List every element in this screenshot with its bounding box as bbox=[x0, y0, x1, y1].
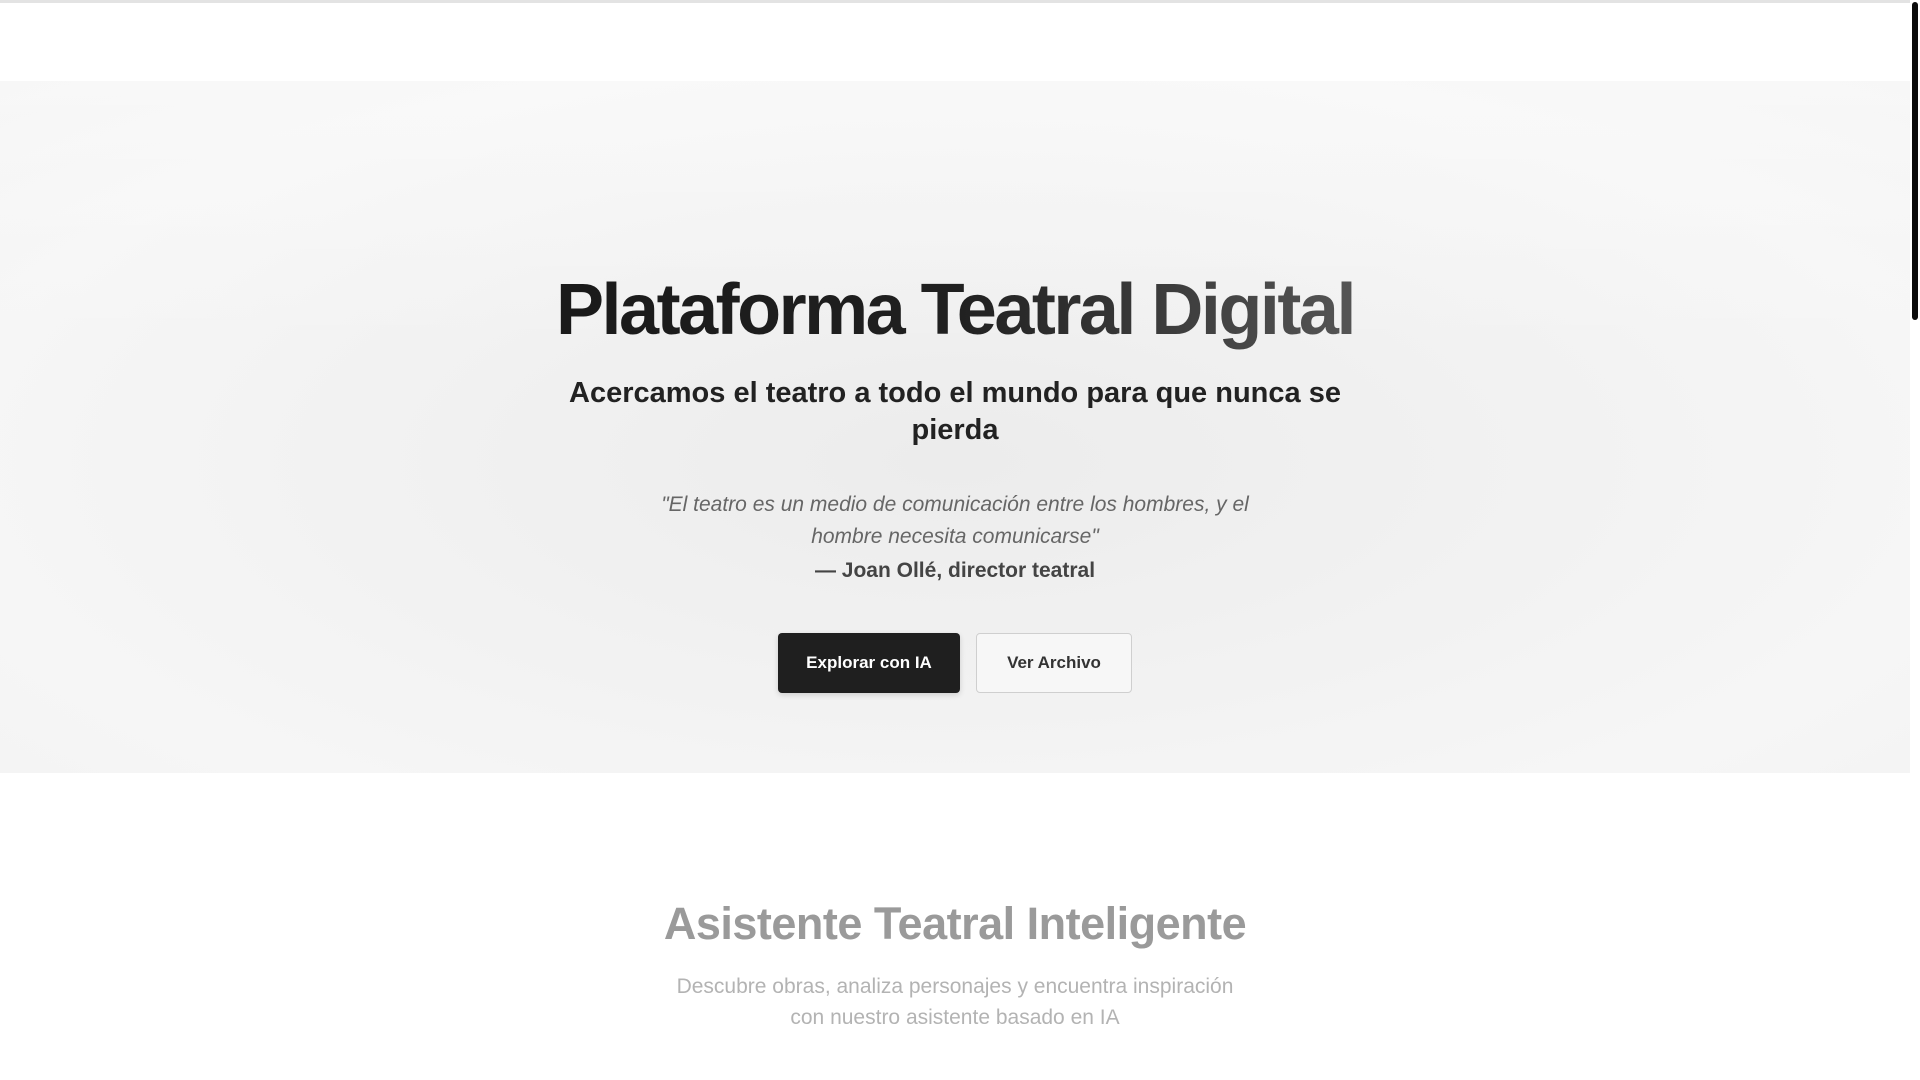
assistant-description: Descubre obras, analiza personajes y enc… bbox=[676, 975, 1234, 1029]
hero-section: Plataforma Teatral Digital Acercamos el … bbox=[0, 81, 1910, 773]
assistant-section: Asistente Teatral Inteligente Descubre o… bbox=[0, 773, 1910, 1080]
explore-with-ai-button[interactable]: Explorar con IA bbox=[778, 633, 960, 693]
hero-actions: Explorar con IA Ver Archivo bbox=[0, 633, 1910, 693]
assistant-title: Asistente Teatral Inteligente bbox=[663, 898, 1247, 949]
hero-content: Plataforma Teatral Digital Acercamos el … bbox=[0, 81, 1910, 773]
hero-quote: "El teatro es un medio de comunicación e… bbox=[661, 493, 1249, 548]
hero-title-container: Plataforma Teatral Digital bbox=[0, 270, 1910, 350]
scrollbar-thumb[interactable] bbox=[1912, 2, 1918, 320]
navbar bbox=[0, 3, 1910, 81]
hero-title: Plataforma Teatral Digital bbox=[556, 270, 1356, 350]
view-archive-button[interactable]: Ver Archivo bbox=[976, 633, 1132, 693]
hero-subtitle: Acercamos el teatro a todo el mundo para… bbox=[569, 377, 1341, 446]
quote-author: — Joan Ollé, director teatral bbox=[814, 559, 1096, 582]
